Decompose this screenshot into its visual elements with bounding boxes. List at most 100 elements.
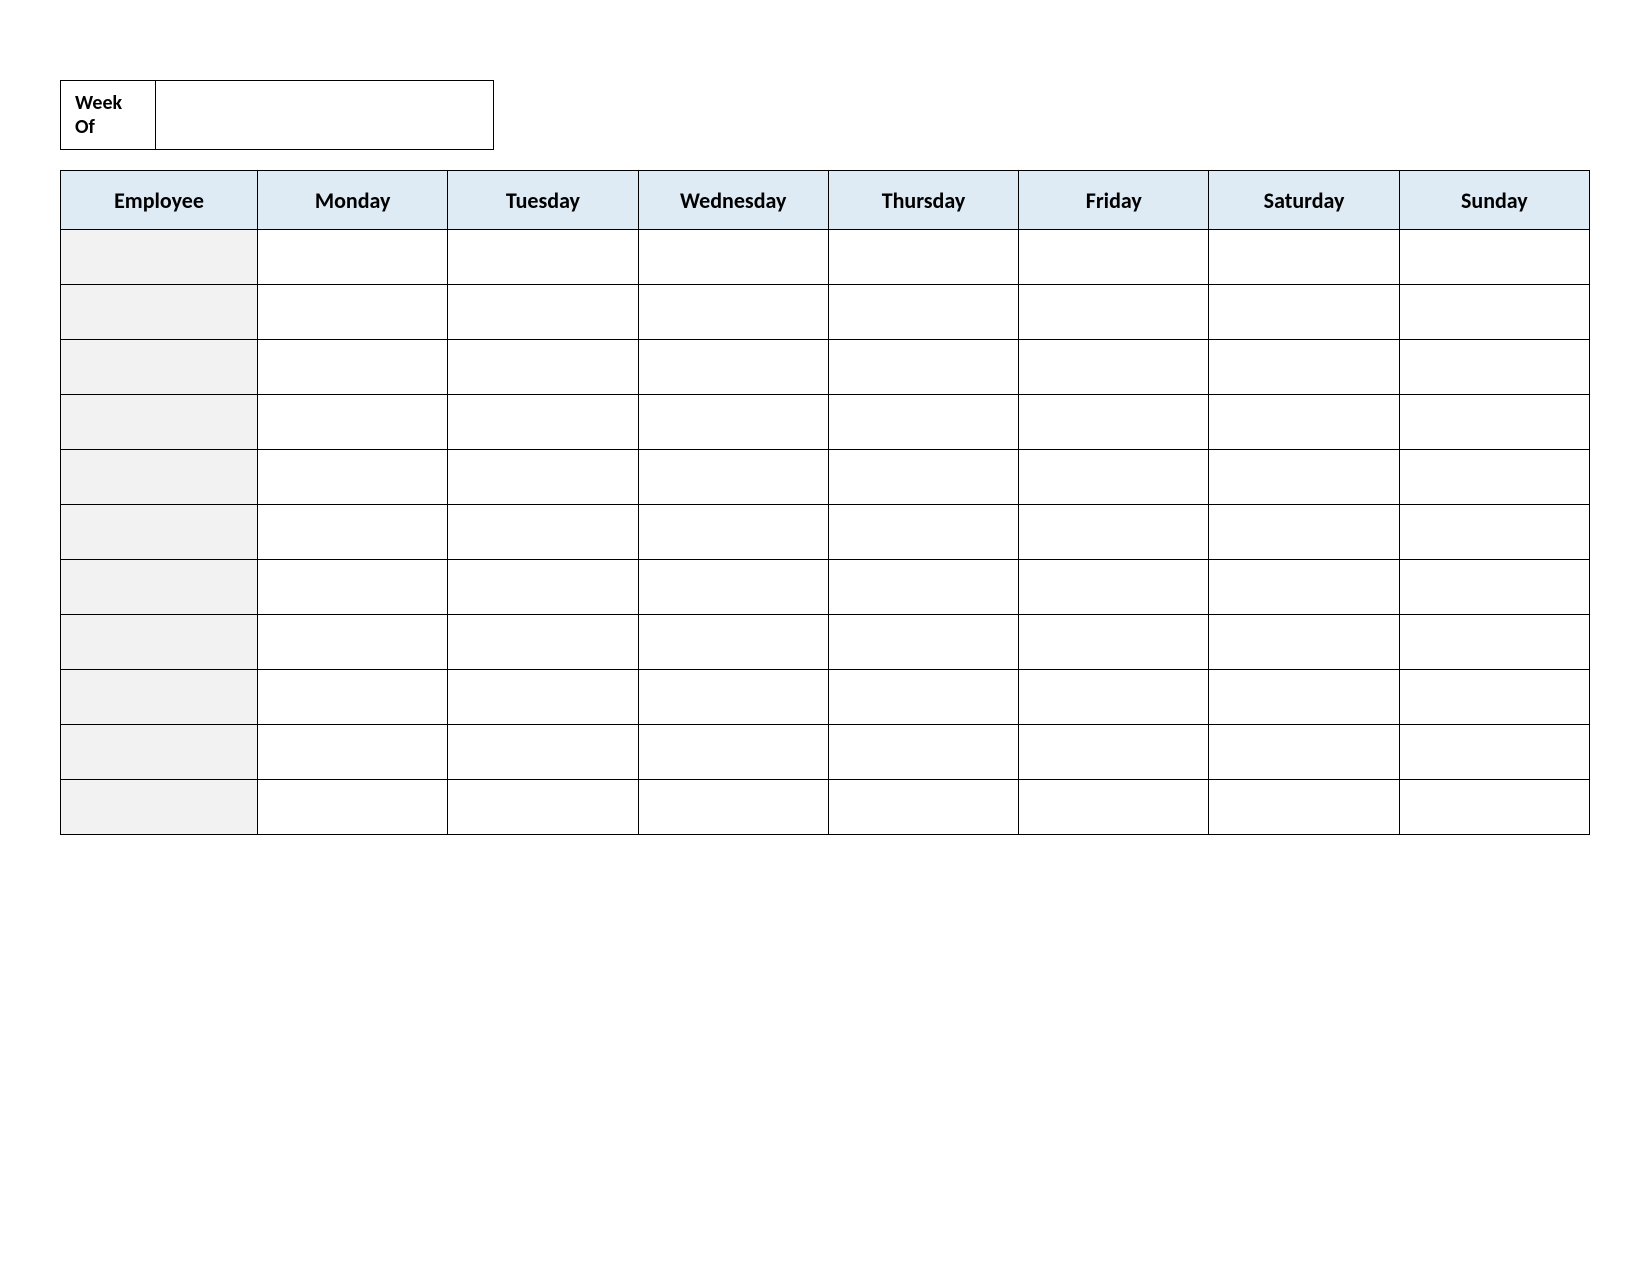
day-cell[interactable] — [638, 780, 828, 835]
day-cell[interactable] — [1019, 450, 1209, 505]
employee-cell[interactable] — [61, 505, 258, 560]
day-cell[interactable] — [1209, 780, 1399, 835]
day-cell[interactable] — [1209, 395, 1399, 450]
table-row — [61, 560, 1590, 615]
day-cell[interactable] — [1399, 505, 1589, 560]
table-row — [61, 780, 1590, 835]
day-cell[interactable] — [448, 560, 638, 615]
employee-cell[interactable] — [61, 395, 258, 450]
day-cell[interactable] — [1019, 560, 1209, 615]
day-cell[interactable] — [1209, 725, 1399, 780]
day-cell[interactable] — [1209, 285, 1399, 340]
header-sunday: Sunday — [1399, 171, 1589, 230]
day-cell[interactable] — [1019, 340, 1209, 395]
day-cell[interactable] — [1399, 780, 1589, 835]
day-cell[interactable] — [448, 670, 638, 725]
week-of-input[interactable] — [156, 80, 494, 150]
day-cell[interactable] — [1399, 230, 1589, 285]
day-cell[interactable] — [828, 285, 1018, 340]
day-cell[interactable] — [1019, 230, 1209, 285]
day-cell[interactable] — [258, 505, 448, 560]
day-cell[interactable] — [1399, 615, 1589, 670]
day-cell[interactable] — [828, 450, 1018, 505]
day-cell[interactable] — [638, 615, 828, 670]
day-cell[interactable] — [1399, 560, 1589, 615]
day-cell[interactable] — [258, 230, 448, 285]
day-cell[interactable] — [1019, 395, 1209, 450]
day-cell[interactable] — [1019, 780, 1209, 835]
schedule-body — [61, 230, 1590, 835]
day-cell[interactable] — [448, 450, 638, 505]
day-cell[interactable] — [258, 560, 448, 615]
day-cell[interactable] — [828, 670, 1018, 725]
day-cell[interactable] — [1019, 670, 1209, 725]
day-cell[interactable] — [448, 505, 638, 560]
day-cell[interactable] — [1209, 560, 1399, 615]
day-cell[interactable] — [258, 780, 448, 835]
table-row — [61, 230, 1590, 285]
day-cell[interactable] — [258, 395, 448, 450]
day-cell[interactable] — [828, 230, 1018, 285]
day-cell[interactable] — [828, 560, 1018, 615]
day-cell[interactable] — [448, 780, 638, 835]
day-cell[interactable] — [258, 615, 448, 670]
day-cell[interactable] — [1399, 725, 1589, 780]
day-cell[interactable] — [828, 395, 1018, 450]
day-cell[interactable] — [448, 340, 638, 395]
day-cell[interactable] — [1399, 450, 1589, 505]
day-cell[interactable] — [1019, 285, 1209, 340]
day-cell[interactable] — [828, 340, 1018, 395]
day-cell[interactable] — [1019, 725, 1209, 780]
employee-cell[interactable] — [61, 725, 258, 780]
page: Week Of Employee Monday Tuesday Wednesda… — [0, 0, 1650, 895]
day-cell[interactable] — [638, 560, 828, 615]
day-cell[interactable] — [258, 285, 448, 340]
day-cell[interactable] — [638, 230, 828, 285]
day-cell[interactable] — [1209, 615, 1399, 670]
day-cell[interactable] — [1019, 615, 1209, 670]
employee-cell[interactable] — [61, 560, 258, 615]
day-cell[interactable] — [638, 670, 828, 725]
employee-cell[interactable] — [61, 670, 258, 725]
day-cell[interactable] — [828, 505, 1018, 560]
day-cell[interactable] — [448, 725, 638, 780]
day-cell[interactable] — [1019, 505, 1209, 560]
table-row — [61, 285, 1590, 340]
day-cell[interactable] — [448, 285, 638, 340]
day-cell[interactable] — [1209, 340, 1399, 395]
employee-cell[interactable] — [61, 340, 258, 395]
day-cell[interactable] — [258, 725, 448, 780]
day-cell[interactable] — [1399, 285, 1589, 340]
day-cell[interactable] — [638, 725, 828, 780]
employee-cell[interactable] — [61, 285, 258, 340]
day-cell[interactable] — [448, 395, 638, 450]
day-cell[interactable] — [448, 230, 638, 285]
employee-cell[interactable] — [61, 780, 258, 835]
day-cell[interactable] — [828, 780, 1018, 835]
day-cell[interactable] — [1209, 450, 1399, 505]
day-cell[interactable] — [448, 615, 638, 670]
employee-cell[interactable] — [61, 450, 258, 505]
table-row — [61, 505, 1590, 560]
day-cell[interactable] — [1399, 340, 1589, 395]
day-cell[interactable] — [258, 450, 448, 505]
day-cell[interactable] — [1209, 230, 1399, 285]
employee-cell[interactable] — [61, 230, 258, 285]
day-cell[interactable] — [1399, 670, 1589, 725]
day-cell[interactable] — [258, 670, 448, 725]
day-cell[interactable] — [638, 340, 828, 395]
header-saturday: Saturday — [1209, 171, 1399, 230]
day-cell[interactable] — [258, 340, 448, 395]
day-cell[interactable] — [1209, 670, 1399, 725]
day-cell[interactable] — [638, 505, 828, 560]
day-cell[interactable] — [828, 615, 1018, 670]
day-cell[interactable] — [1209, 505, 1399, 560]
day-cell[interactable] — [638, 450, 828, 505]
day-cell[interactable] — [638, 395, 828, 450]
day-cell[interactable] — [638, 285, 828, 340]
employee-cell[interactable] — [61, 615, 258, 670]
header-thursday: Thursday — [828, 171, 1018, 230]
day-cell[interactable] — [1399, 395, 1589, 450]
day-cell[interactable] — [828, 725, 1018, 780]
table-row — [61, 395, 1590, 450]
